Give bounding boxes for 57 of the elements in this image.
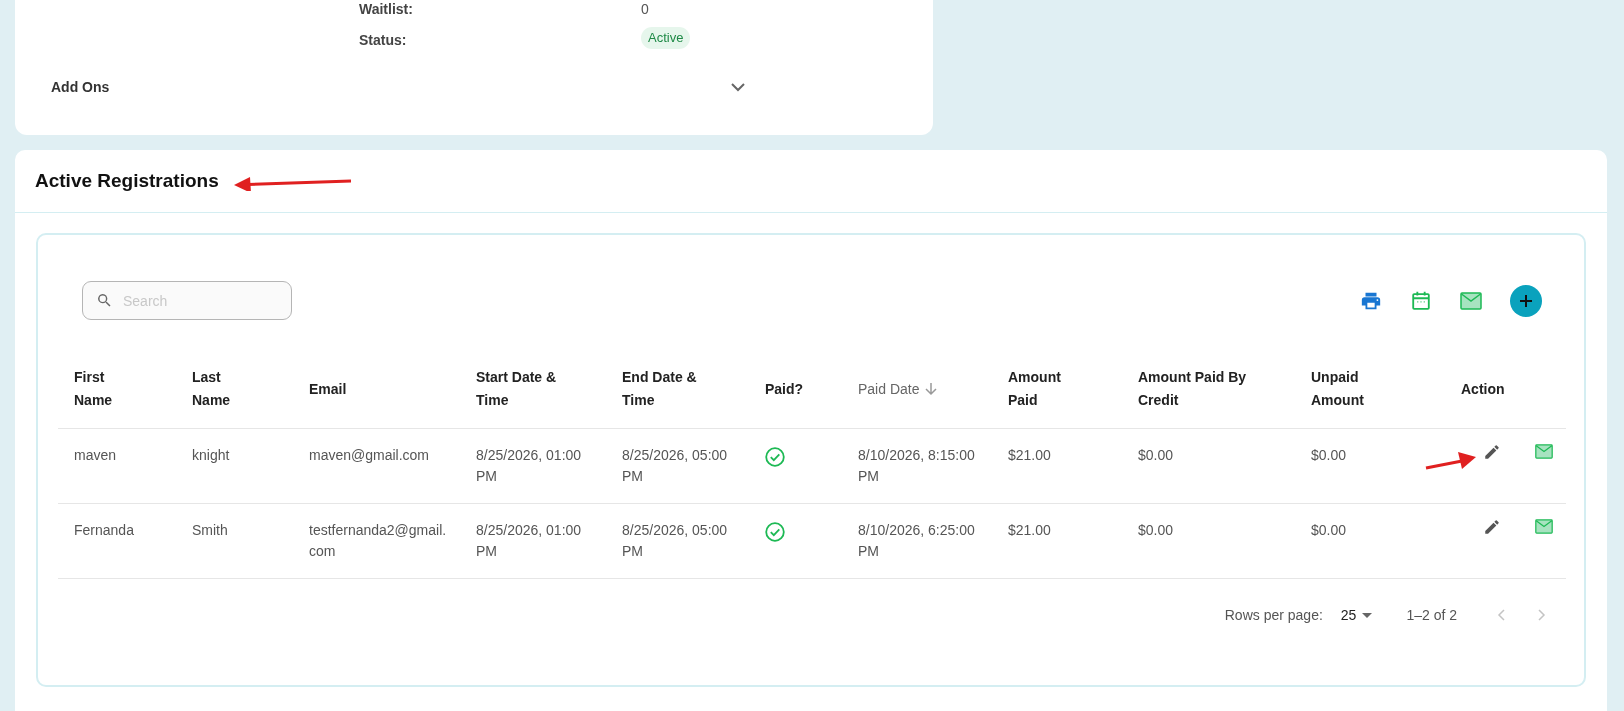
table-cell: $0.00: [1138, 521, 1174, 538]
table-cell: 8/25/2026, 01:00 PM: [476, 521, 582, 559]
column-header: Action: [1461, 379, 1505, 399]
chevron-left-icon: [1497, 609, 1505, 621]
search-icon: [96, 292, 113, 309]
column-header: Unpaid Amount: [1311, 368, 1365, 411]
column-header: End Date & Time: [622, 368, 698, 411]
table-cell: Fernanda: [74, 521, 134, 538]
column-header: First Name: [74, 368, 114, 411]
page-range: 1–2 of 2: [1406, 605, 1457, 625]
table-cell: 8/10/2026, 6:25:00 PM: [858, 521, 975, 559]
table-cell: $21.00: [1008, 521, 1051, 538]
table-cell: 8/25/2026, 05:00 PM: [622, 521, 728, 559]
field-value: 0: [641, 0, 649, 19]
table-cell: 8/25/2026, 05:00 PM: [622, 446, 728, 484]
rows-per-page-label: Rows per page:: [1224, 605, 1323, 625]
table-cell: knight: [192, 446, 230, 463]
field-label: Waitlist:: [359, 0, 414, 19]
table-cell: $0.00: [1311, 521, 1347, 538]
table-cell: Smith: [192, 521, 228, 538]
column-header: Amount Paid By Credit: [1138, 368, 1248, 411]
email-button[interactable]: [1535, 444, 1553, 459]
column-header: Email: [309, 379, 347, 399]
table-cell: 8/25/2026, 01:00 PM: [476, 446, 582, 484]
edit-button[interactable]: [1483, 517, 1501, 536]
annotation-arrow: [1425, 449, 1477, 471]
sort-arrow-icon: [925, 382, 938, 397]
column-header: Start Date & Time: [476, 368, 558, 411]
table-cell: testfernanda2@gmail.com: [309, 521, 447, 559]
caret-icon: [1362, 612, 1373, 618]
pencil-icon: [1483, 517, 1501, 536]
table-cell: 8/10/2026, 8:15:00 PM: [858, 446, 975, 484]
mail-icon: [1535, 519, 1553, 534]
chevron-right-icon: [1538, 609, 1546, 621]
calendar-icon[interactable]: [1410, 289, 1432, 312]
add-button[interactable]: [1510, 284, 1542, 317]
column-header[interactable]: Paid Date: [858, 378, 938, 400]
table-cell: maven: [74, 446, 117, 463]
field-label: Status:: [359, 31, 408, 50]
status-badge: Active: [641, 27, 691, 49]
plus-icon: [1519, 293, 1533, 308]
email-button[interactable]: [1535, 519, 1553, 534]
section-title: Add Ons: [51, 78, 110, 97]
edit-button[interactable]: [1483, 442, 1501, 461]
mail-icon[interactable]: [1460, 291, 1482, 310]
section-title: Active Registrations: [35, 168, 219, 193]
column-header: Paid?: [765, 379, 804, 399]
table-cell: $0.00: [1138, 446, 1174, 463]
column-header: Amount Paid: [1008, 368, 1062, 411]
rows-per-page-select[interactable]: 25: [1340, 604, 1373, 626]
table-cell: $21.00: [1008, 446, 1051, 463]
chevron-icon[interactable]: [731, 83, 745, 92]
table-cell: $0.00: [1311, 446, 1347, 463]
table-cell: maven@gmail.com: [309, 446, 430, 463]
pencil-icon: [1483, 442, 1501, 461]
mail-icon: [1535, 444, 1553, 459]
column-header: Last Name: [192, 368, 232, 411]
